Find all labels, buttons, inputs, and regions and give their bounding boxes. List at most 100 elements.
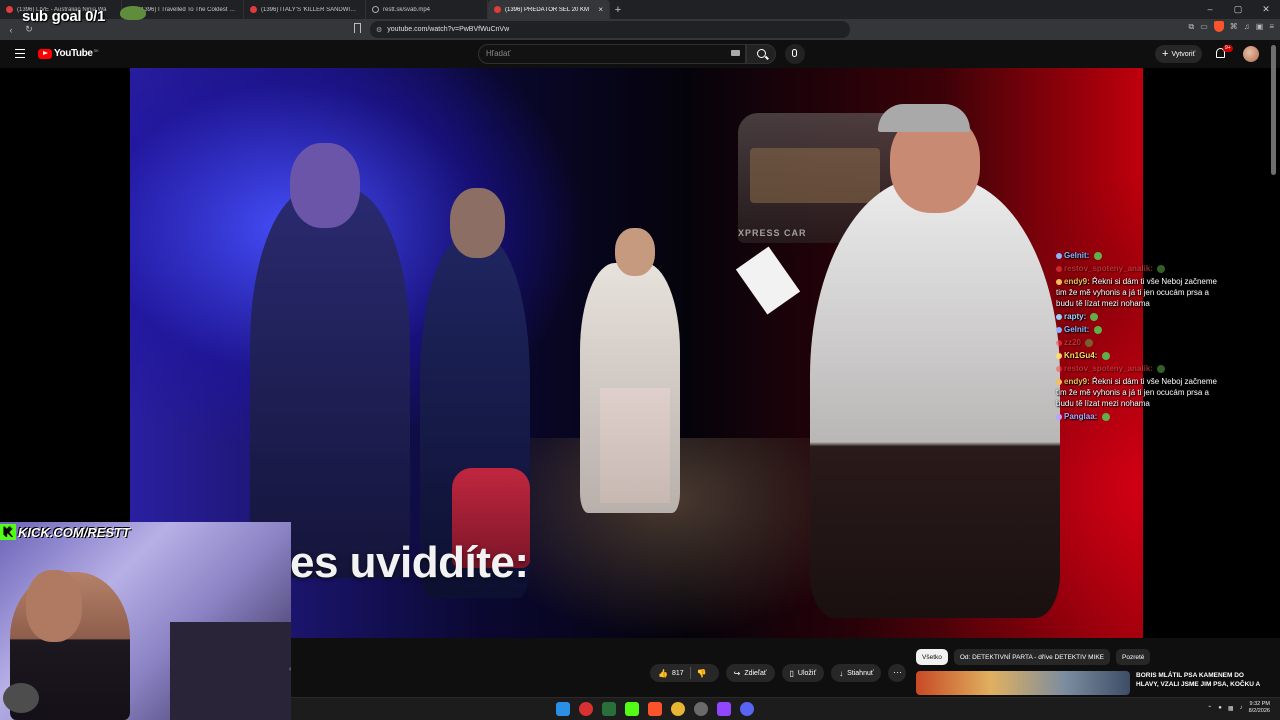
search-icon — [757, 49, 766, 58]
maximize-icon[interactable]: ▢ — [1224, 0, 1252, 19]
chat-username[interactable]: rapty: — [1064, 312, 1086, 321]
recommended-thumbnail[interactable] — [916, 671, 1130, 695]
search-button[interactable] — [746, 44, 776, 64]
chat-emote-icon — [1093, 325, 1102, 334]
chat-badge-icon — [1056, 265, 1062, 272]
recommended-title[interactable]: BORIS MLÁTIL PSA KAMENEM DO HLAVY, VZALI… — [1136, 671, 1266, 695]
volume-icon[interactable]: ♪ — [1240, 705, 1243, 711]
close-tab-icon[interactable]: × — [598, 5, 603, 14]
url-bar[interactable]: ⚙ youtube.com/watch?v=PwBVfWuCnVw — [370, 21, 850, 38]
cast-icon[interactable]: ▭ — [1200, 22, 1208, 31]
chat-username[interactable]: restov_spoteny_analik: — [1064, 264, 1153, 273]
chat-username[interactable]: Kn1Gu4: — [1064, 351, 1097, 360]
keyboard-icon[interactable] — [731, 50, 740, 56]
more-actions-button[interactable]: ··· — [888, 664, 907, 682]
browser-tab-active[interactable]: (1396) PREDÁTOR ŠEL 20 KM × — [488, 0, 610, 19]
person-figure — [810, 178, 1060, 618]
person-legs — [600, 388, 670, 503]
taskbar-apps — [556, 702, 754, 716]
chat-emote-icon — [1101, 412, 1110, 421]
xbox-icon[interactable] — [602, 702, 616, 716]
site-info-icon[interactable]: ⚙ — [376, 26, 382, 34]
chat-username[interactable]: Gelnit: — [1064, 325, 1089, 334]
like-count: 817 — [671, 669, 684, 677]
browser-tab[interactable]: restt.sk/svab.mp4 — [366, 0, 488, 19]
media-icon[interactable]: ♫ — [1244, 22, 1250, 31]
thumbs-up-icon: 👍 — [658, 668, 668, 678]
bookmark-icon[interactable] — [354, 23, 361, 33]
windows-start-icon[interactable] — [556, 702, 570, 716]
chat-emote-icon — [1090, 312, 1099, 321]
twitch-icon[interactable] — [717, 702, 731, 716]
menu-icon[interactable]: ≡ — [1269, 22, 1274, 31]
chat-emote-icon — [1093, 251, 1102, 260]
new-tab-button[interactable]: + — [610, 4, 626, 16]
mic-tray-icon[interactable]: ● — [1218, 705, 1222, 711]
pepe-emote-icon — [120, 6, 146, 20]
person-head — [450, 188, 505, 258]
close-window-icon[interactable]: ✕ — [1252, 0, 1280, 19]
share-button[interactable]: ↪ Zdieľať — [725, 664, 775, 682]
save-button[interactable]: ▯ Uložiť — [781, 664, 825, 682]
youtube-logo[interactable]: YouTube SK — [38, 48, 99, 59]
reload-icon[interactable]: ↻ — [22, 24, 36, 35]
like-dislike-button[interactable]: 👍 817 👎 — [650, 664, 719, 682]
minimize-icon[interactable]: – — [1196, 0, 1224, 19]
chat-username[interactable]: endy9: — [1064, 277, 1090, 286]
download-button[interactable]: ↓ Stiahnuť — [831, 664, 882, 682]
person-figure — [250, 188, 410, 578]
chat-message: endy9: Řekni si dám ti vše Neboj začneme… — [1056, 276, 1226, 309]
search-input[interactable]: Hľadať — [478, 44, 746, 64]
person-head — [290, 143, 360, 228]
create-button[interactable]: + Vytvoriť — [1155, 45, 1203, 63]
chip-from-channel[interactable]: Od: DETEKTIVNÍ PARTA - dříve DETEKTIV MI… — [953, 649, 1110, 665]
kick-channel-label: K KICK.COM/RESTT — [0, 524, 130, 540]
chip-all[interactable]: Všetko — [916, 649, 948, 665]
browser-tab[interactable]: (1396) ITALY'S 'KILLER SANDWICH' C — [244, 0, 366, 19]
page-scrollbar[interactable] — [1271, 45, 1276, 175]
brave-shield-icon[interactable] — [1213, 21, 1224, 32]
chat-username[interactable]: zz20 — [1064, 338, 1081, 347]
discord-icon[interactable] — [740, 702, 754, 716]
kick-logo-icon: K — [0, 524, 16, 540]
youtube-favicon-icon — [6, 6, 13, 13]
chat-badge-icon — [1056, 378, 1062, 385]
chrome-icon[interactable] — [671, 702, 685, 716]
system-clock[interactable]: 9:32 PM 8/2/2026 — [1249, 701, 1270, 715]
chat-username[interactable]: Gelnit: — [1064, 251, 1089, 260]
youtube-favicon-icon — [494, 6, 501, 13]
translate-icon[interactable]: ⧉ — [1188, 22, 1194, 32]
chip-watched[interactable]: Pozreté — [1116, 649, 1151, 665]
download-label: Stiahnuť — [847, 669, 874, 677]
voice-search-button[interactable] — [785, 44, 805, 64]
address-bar-row: ‹ ↻ ⚙ youtube.com/watch?v=PwBVfWuCnVw ⧉ … — [0, 19, 1280, 40]
wallet-icon[interactable]: ▣ — [1256, 22, 1264, 31]
pin-app-icon[interactable] — [579, 702, 593, 716]
stream-chat-overlay: Gelnit: restov_spoteny_analik: endy9: Ře… — [1056, 250, 1226, 424]
hamburger-menu-icon[interactable] — [15, 49, 25, 58]
chat-username[interactable]: endy9: — [1064, 377, 1090, 386]
chat-username[interactable]: restov_spoteny_analik: — [1064, 364, 1153, 373]
kick-app-icon[interactable] — [625, 702, 639, 716]
chat-badge-icon — [1056, 352, 1062, 359]
avatar[interactable] — [1243, 46, 1259, 62]
extensions-icon[interactable]: ⌘ — [1230, 22, 1238, 31]
screen: (1396) LIVE - Australian Ninja Wa (1396)… — [0, 0, 1280, 720]
chat-message: Gelnit: — [1056, 250, 1226, 261]
brave-app-icon[interactable] — [648, 702, 662, 716]
tray-chevron-icon[interactable]: ⌃ — [1207, 705, 1212, 712]
chevron-left-icon[interactable]: ‹ — [289, 666, 291, 673]
chat-message: Gelnit: — [1056, 324, 1226, 335]
bookmark-save-icon: ▯ — [789, 668, 794, 678]
browser-tab-strip: (1396) LIVE - Australian Ninja Wa (1396)… — [0, 0, 1280, 19]
back-icon[interactable]: ‹ — [4, 25, 18, 35]
obs-icon[interactable] — [694, 702, 708, 716]
country-code: SK — [93, 48, 99, 53]
chat-message: endy9: Řekni si dám ti vše Neboj začneme… — [1056, 376, 1226, 409]
chat-username[interactable]: Panglaa: — [1064, 412, 1097, 421]
van-lettering: XPRESS CAR — [738, 228, 807, 238]
chat-message: restov_spoteny_analik: — [1056, 263, 1226, 274]
clock-date: 8/2/2026 — [1248, 708, 1270, 714]
thumbs-down-icon[interactable]: 👎 — [697, 669, 707, 678]
network-icon[interactable]: ▦ — [1228, 705, 1234, 712]
